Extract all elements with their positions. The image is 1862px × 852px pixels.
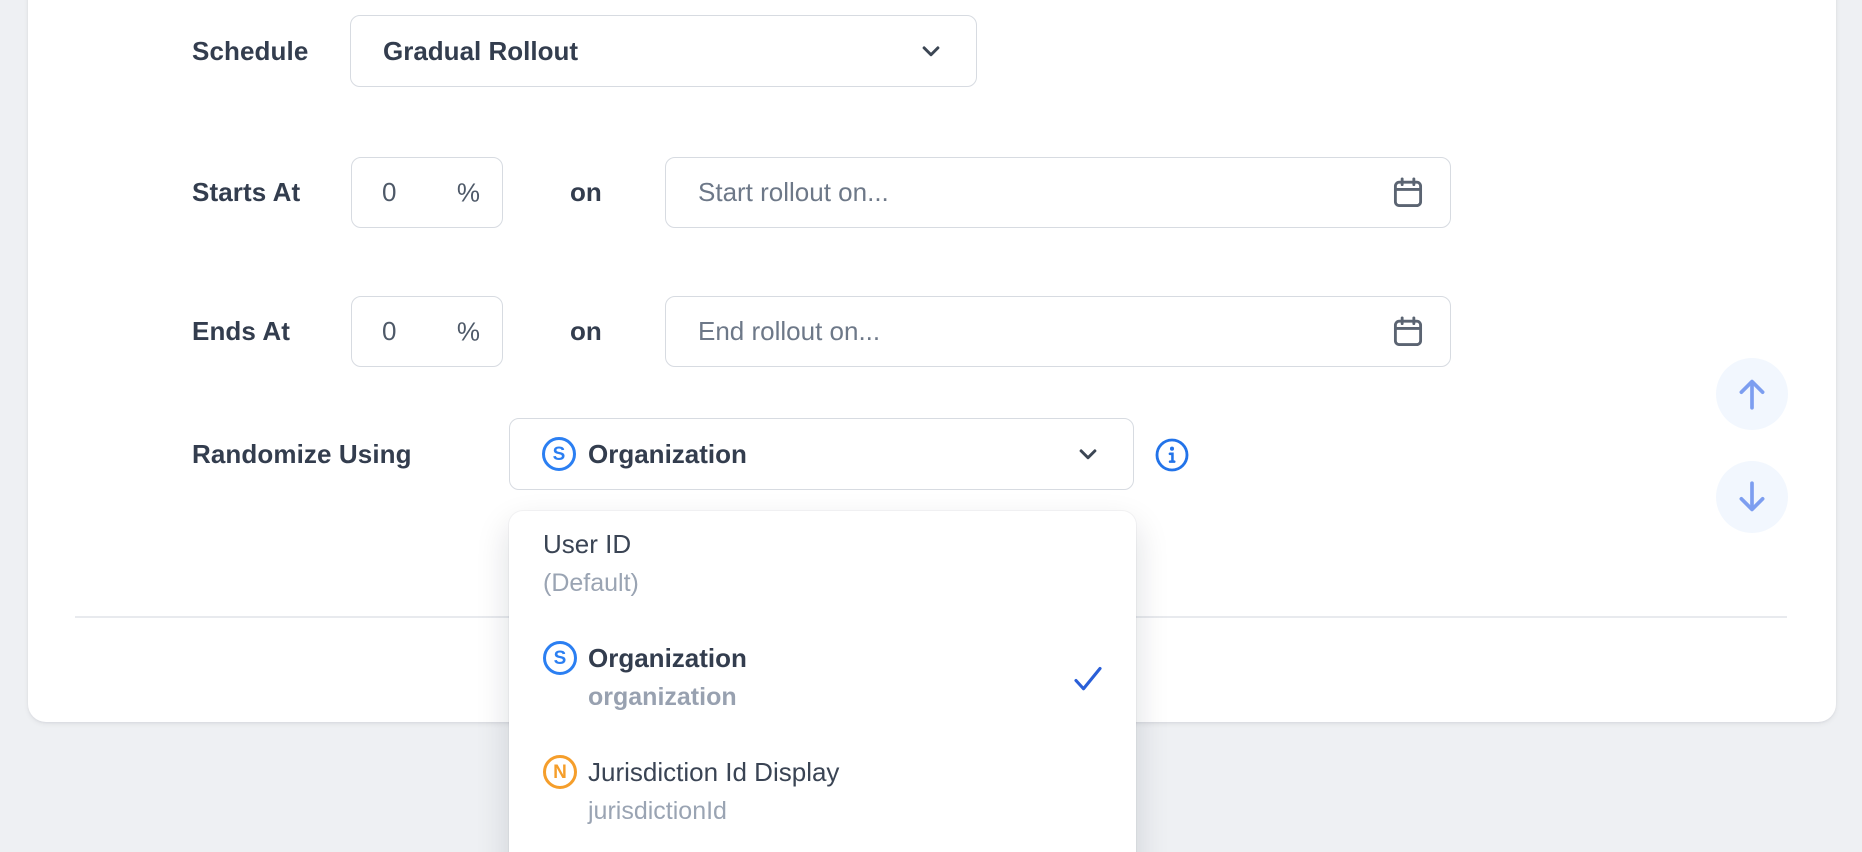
- starts-at-label: Starts At: [192, 177, 300, 207]
- scroll-down-button[interactable]: [1716, 461, 1788, 533]
- dropdown-item-organization[interactable]: S Organization organization: [509, 641, 1136, 717]
- dropdown-item-user-id[interactable]: User ID (Default): [509, 527, 1136, 603]
- starts-at-percent-unit: %: [457, 177, 480, 208]
- calendar-icon: [1390, 175, 1426, 211]
- starts-at-calendar-button[interactable]: [1388, 173, 1428, 213]
- ends-at-percent-field: %: [351, 296, 503, 367]
- dropdown-item-title: Organization: [588, 643, 747, 674]
- scroll-up-button[interactable]: [1716, 358, 1788, 430]
- rollout-settings-page: Schedule Gradual Rollout Starts At % on …: [0, 0, 1862, 852]
- ends-at-label: Ends At: [192, 316, 290, 346]
- chevron-down-icon: [1073, 439, 1103, 469]
- calendar-icon: [1390, 314, 1426, 350]
- starts-at-conjunction: on: [570, 177, 602, 207]
- schedule-select-value: Gradual Rollout: [383, 36, 578, 67]
- ends-at-percent-unit: %: [457, 316, 480, 347]
- starts-at-percent-field: %: [351, 157, 503, 228]
- dropdown-item-subtitle: organization: [588, 677, 1102, 717]
- dropdown-item-subtitle: (Default): [543, 563, 1102, 603]
- arrow-down-icon: [1730, 475, 1774, 519]
- dropdown-item-jurisdiction-id-display[interactable]: N Jurisdiction Id Display jurisdictionId: [509, 755, 1136, 831]
- randomize-using-label: Randomize Using: [192, 439, 412, 469]
- randomize-info-button[interactable]: [1154, 437, 1190, 473]
- number-type-icon: N: [543, 755, 577, 789]
- schedule-label: Schedule: [192, 36, 308, 66]
- dropdown-item-subtitle: jurisdictionId: [588, 791, 1102, 831]
- ends-at-date-input[interactable]: [666, 297, 1450, 366]
- check-icon: [1070, 663, 1106, 695]
- randomize-using-select[interactable]: S Organization: [509, 418, 1134, 490]
- randomize-using-select-value: Organization: [588, 439, 747, 470]
- dropdown-item-title: User ID: [543, 529, 631, 560]
- ends-at-conjunction: on: [570, 316, 602, 346]
- dropdown-item-title: Jurisdiction Id Display: [588, 757, 839, 788]
- chevron-down-icon: [916, 36, 946, 66]
- string-type-icon: S: [543, 641, 577, 675]
- ends-at-date-field: [665, 296, 1451, 367]
- schedule-select[interactable]: Gradual Rollout: [350, 15, 977, 87]
- ends-at-calendar-button[interactable]: [1388, 312, 1428, 352]
- randomize-dropdown-menu: User ID (Default) S Organization organiz…: [509, 511, 1136, 852]
- starts-at-date-field: [665, 157, 1451, 228]
- starts-at-date-input[interactable]: [666, 158, 1450, 227]
- arrow-up-icon: [1730, 372, 1774, 416]
- string-type-icon: S: [542, 437, 576, 471]
- info-icon: [1154, 437, 1190, 473]
